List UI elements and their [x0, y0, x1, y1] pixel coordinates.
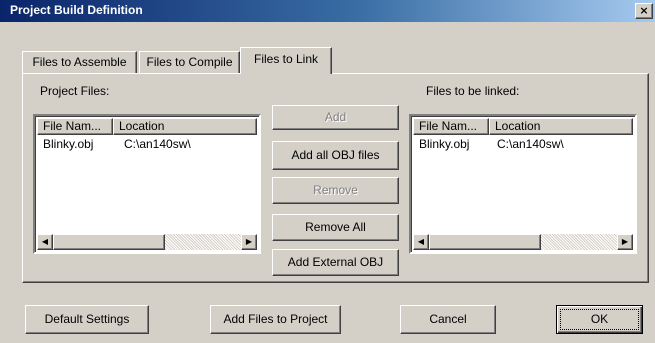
cell-file-name: Blinky.obj	[419, 137, 470, 151]
horizontal-scrollbar[interactable]: ◀ ▶	[37, 234, 257, 250]
scroll-right-icon: ▶	[621, 237, 629, 246]
column-header-location[interactable]: Location	[113, 118, 257, 135]
tab-label: Files to Assemble	[32, 55, 127, 69]
linked-files-list[interactable]: File Nam... Location Blinky.obj C:\an140…	[409, 114, 637, 254]
close-icon: ×	[639, 4, 649, 17]
add-button[interactable]: Add	[272, 105, 399, 130]
column-header-file-name[interactable]: File Nam...	[413, 118, 489, 135]
column-header-location[interactable]: Location	[489, 118, 633, 135]
column-header-file-name[interactable]: File Nam...	[37, 118, 113, 135]
close-button[interactable]: ×	[635, 3, 653, 19]
cell-location: C:\an140sw\	[497, 137, 564, 151]
project-files-label: Project Files:	[40, 84, 110, 98]
list-item[interactable]: Blinky.obj C:\an140sw\	[37, 136, 257, 152]
scroll-right-button[interactable]: ▶	[617, 234, 633, 250]
list-item[interactable]: Blinky.obj C:\an140sw\	[413, 136, 633, 152]
scroll-left-icon: ◀	[41, 237, 49, 246]
tab-label: Files to Link	[253, 52, 319, 66]
remove-button[interactable]: Remove	[272, 177, 399, 204]
add-all-obj-files-button[interactable]: Add all OBJ files	[272, 141, 399, 170]
tab-files-to-assemble[interactable]: Files to Assemble	[22, 51, 137, 73]
ok-button-label: OK	[560, 309, 639, 330]
cell-location: C:\an140sw\	[124, 137, 191, 151]
scroll-right-button[interactable]: ▶	[241, 234, 257, 250]
scroll-thumb[interactable]	[429, 234, 541, 250]
tab-label: Files to Compile	[146, 55, 233, 69]
add-files-to-project-button[interactable]: Add Files to Project	[210, 305, 341, 334]
scroll-left-button[interactable]: ◀	[413, 234, 429, 250]
scroll-left-icon: ◀	[417, 237, 425, 246]
cancel-button[interactable]: Cancel	[400, 305, 496, 334]
remove-all-button[interactable]: Remove All	[272, 214, 399, 241]
horizontal-scrollbar[interactable]: ◀ ▶	[413, 234, 633, 250]
scroll-right-icon: ▶	[245, 237, 253, 246]
project-files-list[interactable]: File Nam... Location Blinky.obj C:\an140…	[33, 114, 261, 254]
files-to-be-linked-label: Files to be linked:	[426, 84, 520, 98]
tab-files-to-link[interactable]: Files to Link	[240, 47, 332, 74]
scroll-left-button[interactable]: ◀	[37, 234, 53, 250]
default-settings-button[interactable]: Default Settings	[25, 305, 149, 334]
tab-files-to-compile[interactable]: Files to Compile	[139, 51, 240, 73]
cell-file-name: Blinky.obj	[43, 137, 94, 151]
scroll-thumb[interactable]	[53, 234, 165, 250]
add-external-obj-button[interactable]: Add External OBJ	[272, 249, 399, 276]
window-title: Project Build Definition	[10, 3, 143, 17]
ok-button[interactable]: OK	[556, 305, 643, 334]
